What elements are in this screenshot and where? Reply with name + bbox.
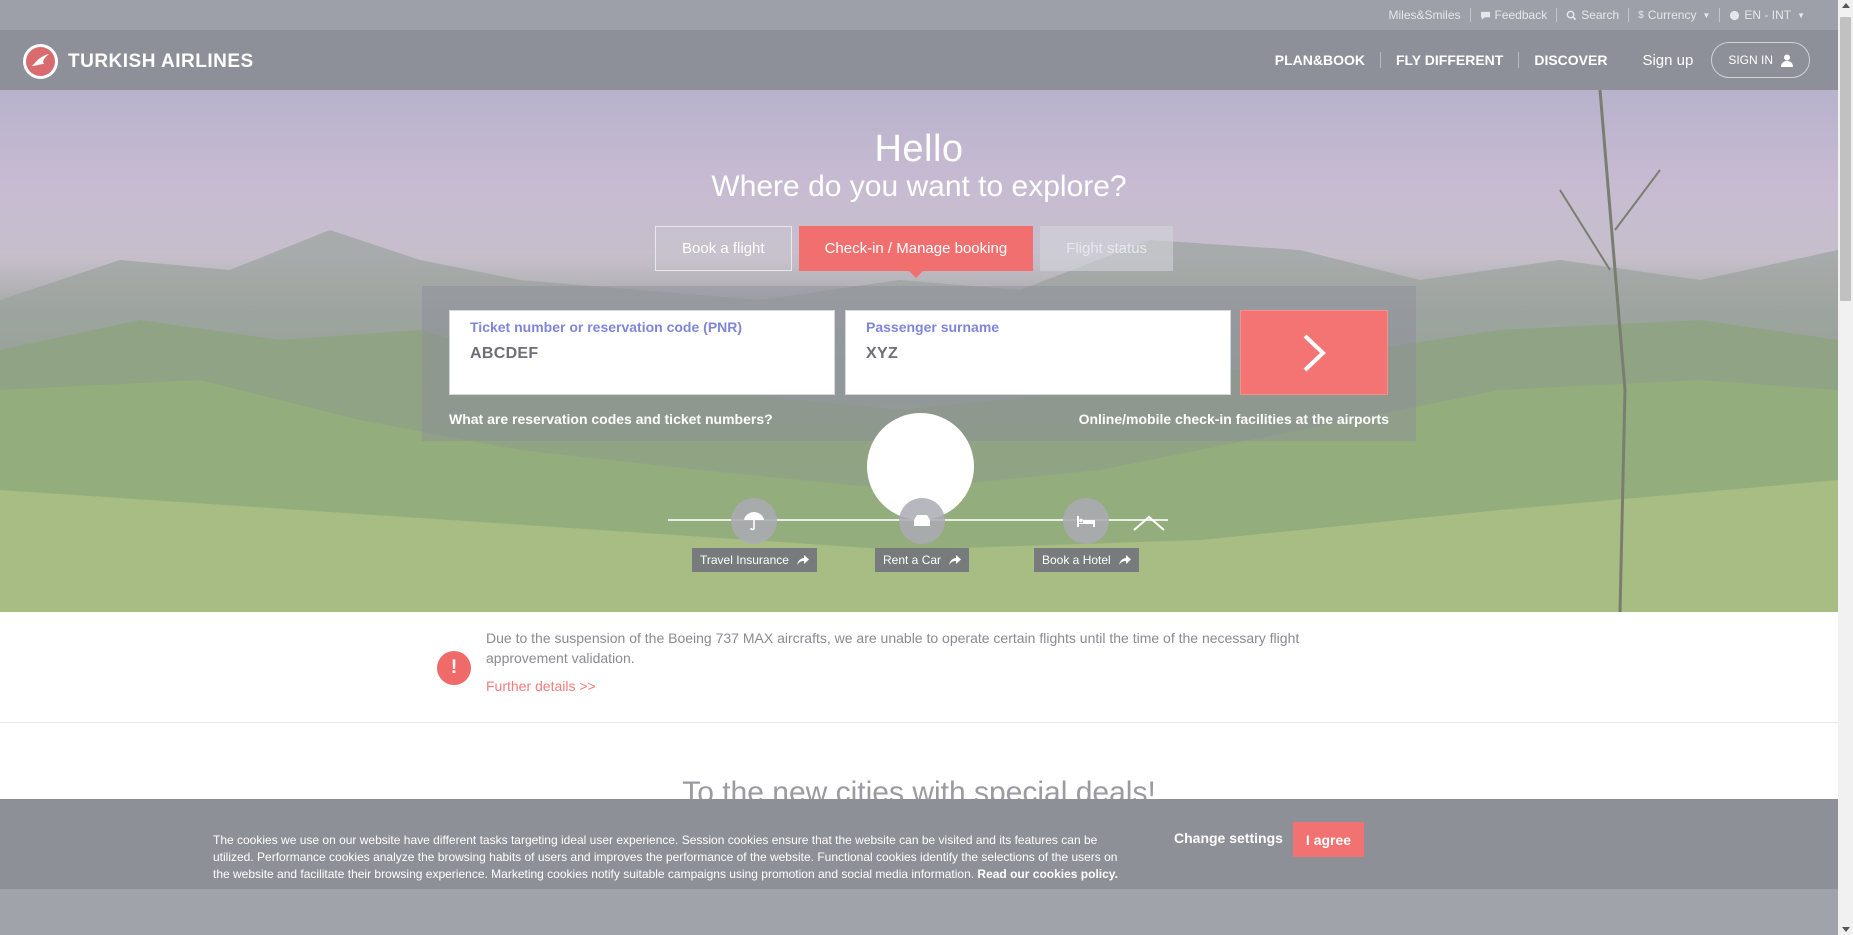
nav-plan-book[interactable]: PLAN&BOOK: [1260, 52, 1380, 68]
cookie-text: The cookies we use on our website have d…: [213, 832, 1133, 883]
surname-field[interactable]: Passenger surname XYZ: [845, 310, 1231, 395]
chat-icon: [1480, 11, 1490, 20]
chevron-down-icon: ▼: [1797, 10, 1805, 20]
globe-icon: [1730, 10, 1740, 20]
share-arrow-icon: [949, 555, 962, 565]
car-icon: [899, 498, 946, 544]
agree-button[interactable]: I agree: [1293, 822, 1364, 857]
utility-bar: Miles&Smiles Feedback Search $ Currency …: [0, 0, 1838, 30]
search-link[interactable]: Search: [1556, 8, 1628, 22]
umbrella-icon: [731, 498, 778, 544]
chevron-right-icon: [1303, 334, 1326, 371]
surname-input[interactable]: XYZ: [866, 345, 1210, 363]
notice-text: Due to the suspension of the Boeing 737 …: [486, 630, 1300, 666]
alert-icon: !: [437, 651, 471, 685]
rent-a-car-service[interactable]: Rent a Car: [875, 498, 970, 572]
scroll-down-arrow-icon[interactable]: [1842, 927, 1850, 932]
cookie-policy-link[interactable]: Read our cookies policy.: [977, 867, 1117, 881]
brand-logo[interactable]: TURKISH AIRLINES: [23, 44, 254, 79]
dollar-icon: $: [1638, 9, 1644, 21]
scroll-up-arrow-icon[interactable]: [1842, 3, 1850, 8]
user-icon: [1781, 54, 1793, 67]
page-scrollbar[interactable]: [1838, 0, 1853, 935]
travel-insurance-label: Travel Insurance: [700, 553, 789, 567]
tab-checkin-manage[interactable]: Check-in / Manage booking: [798, 226, 1034, 278]
tab-book-flight[interactable]: Book a flight: [655, 226, 792, 271]
pnr-input[interactable]: ABCDEF: [470, 345, 814, 363]
currency-dropdown[interactable]: $ Currency ▼: [1628, 8, 1719, 22]
hero-section: Hello Where do you want to explore? Book…: [0, 90, 1838, 612]
book-hotel-label: Book a Hotel: [1042, 553, 1111, 567]
search-icon: [1566, 10, 1577, 20]
feedback-link[interactable]: Feedback: [1469, 8, 1557, 22]
scroll-thumb[interactable]: [1840, 17, 1851, 301]
nav-discover[interactable]: DISCOVER: [1518, 52, 1622, 68]
crane-logo-icon: [23, 44, 58, 79]
reservation-code-help-link[interactable]: What are reservation codes and ticket nu…: [449, 411, 773, 427]
travel-insurance-service[interactable]: Travel Insurance: [692, 498, 817, 572]
main-header: TURKISH AIRLINES PLAN&BOOK FLY DIFFERENT…: [0, 30, 1838, 90]
pnr-field[interactable]: Ticket number or reservation code (PNR) …: [449, 310, 835, 395]
surname-label: Passenger surname: [866, 319, 1000, 335]
chevron-down-icon: ▼: [1702, 10, 1711, 20]
share-arrow-icon: [796, 555, 809, 565]
notice-banner: ! Due to the suspension of the Boeing 73…: [0, 612, 1838, 723]
booking-tabs: Book a flight Check-in / Manage booking …: [655, 226, 1174, 278]
change-settings-button[interactable]: Change settings: [1174, 830, 1283, 846]
book-hotel-service[interactable]: Book a Hotel: [1034, 498, 1139, 572]
brand-name: TURKISH AIRLINES: [68, 50, 254, 72]
language-dropdown[interactable]: EN - INT ▼: [1719, 8, 1814, 22]
signup-link[interactable]: Sign up: [1622, 52, 1711, 69]
submit-button[interactable]: [1240, 310, 1388, 395]
hero-title: Hello: [874, 128, 964, 170]
bed-icon: [1063, 498, 1110, 544]
further-details-link[interactable]: Further details >>: [486, 678, 596, 694]
airport-checkin-link[interactable]: Online/mobile check-in facilities at the…: [1079, 411, 1389, 427]
pnr-label: Ticket number or reservation code (PNR): [470, 319, 743, 335]
miles-smiles-link[interactable]: Miles&Smiles: [1379, 8, 1469, 22]
cookie-banner-bottom-strip: [0, 889, 1838, 935]
nav-fly-different[interactable]: FLY DIFFERENT: [1379, 52, 1518, 68]
signin-button[interactable]: SIGN IN: [1711, 42, 1810, 78]
main-nav: PLAN&BOOK FLY DIFFERENT DISCOVER Sign up…: [1260, 42, 1810, 78]
collapse-chevron-icon[interactable]: [1132, 514, 1166, 532]
hero-subtitle: Where do you want to explore?: [711, 170, 1127, 203]
tab-flight-status[interactable]: Flight status: [1040, 226, 1174, 271]
rent-a-car-label: Rent a Car: [883, 553, 942, 567]
share-arrow-icon: [1118, 555, 1131, 565]
